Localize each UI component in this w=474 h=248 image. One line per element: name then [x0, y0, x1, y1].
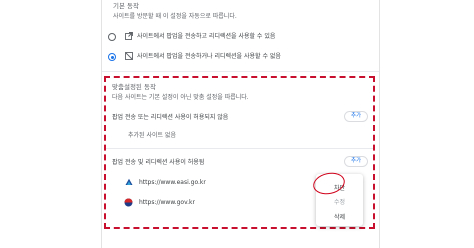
option-allow-label: 사이트에서 팝업을 전송하고 리디렉션을 사용할 수 있음 — [137, 33, 276, 40]
radio-allow-popups[interactable] — [108, 33, 116, 41]
menu-item-delete[interactable]: 삭제 — [316, 212, 363, 221]
default-behavior-subtitle: 사이트를 방문할 때 이 설정을 자동으로 따릅니다. — [113, 13, 237, 20]
section-divider — [102, 71, 379, 72]
content-left-border — [101, 0, 102, 248]
external-link-icon — [125, 32, 133, 40]
default-behavior-title: 기본 동작 — [113, 2, 139, 10]
popup-blocked-icon — [125, 52, 133, 60]
content-right-border — [379, 0, 380, 248]
menu-item-edit[interactable]: 수정 — [316, 197, 363, 206]
option-block-label: 사이트에서 팝업을 전송하거나 리디렉션을 사용할 수 없음 — [137, 53, 281, 60]
radio-block-popups[interactable] — [108, 53, 116, 61]
